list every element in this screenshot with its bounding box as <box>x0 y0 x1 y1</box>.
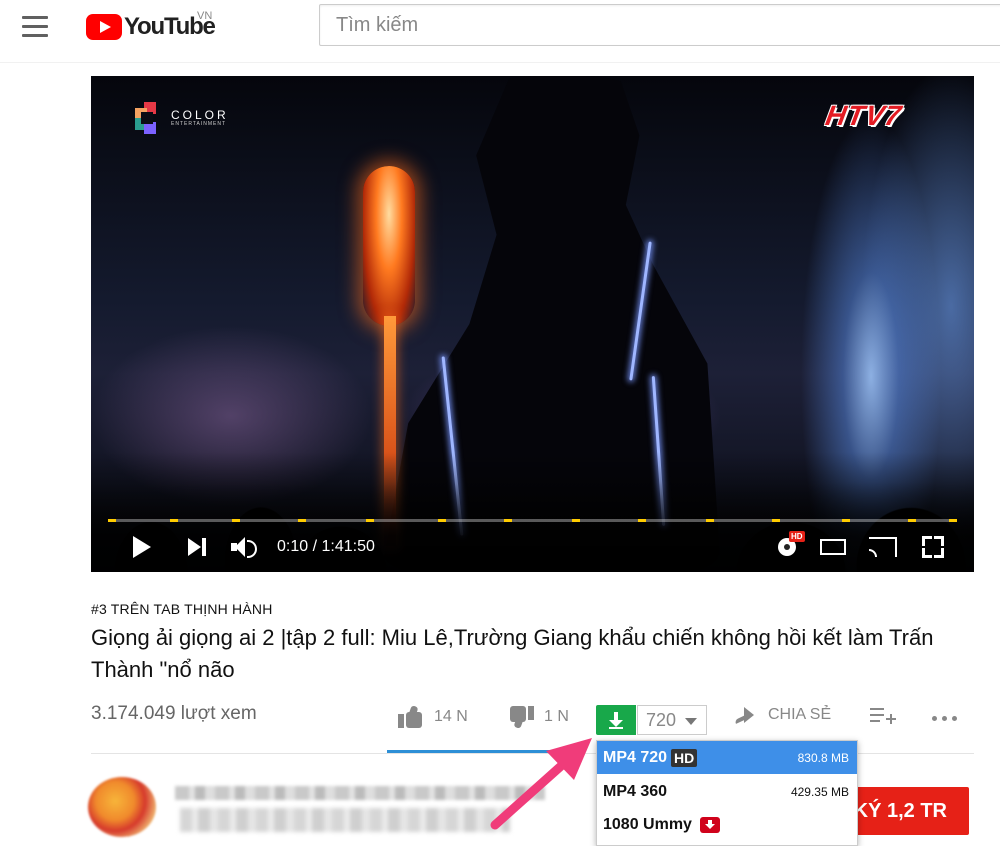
youtube-play-logo-icon <box>86 14 122 40</box>
masthead: YouTube VN <box>0 0 1000 63</box>
chapter-marker <box>772 519 780 522</box>
chapter-marker <box>170 519 178 522</box>
video-title: Giọng ải giọng ai 2 |tập 2 full: Miu Lê,… <box>91 625 934 682</box>
quality-select[interactable]: 720 <box>637 705 707 735</box>
play-button[interactable] <box>127 532 157 562</box>
chapter-marker <box>298 519 306 522</box>
trending-badge[interactable]: #3 TRÊN TAB THỊNH HÀNH <box>91 601 273 617</box>
channel-meta-blurred <box>180 808 510 832</box>
download-quality-menu: MP4 720 HD 830.8 MB MP4 360 429.35 MB 10… <box>596 740 858 846</box>
search-box[interactable] <box>319 4 1000 46</box>
channel-name-blurred <box>175 786 545 800</box>
chapter-marker <box>366 519 374 522</box>
video-player[interactable]: COLOR ENTERTAINMENT HTV7 0:10 / 1:41:50 … <box>91 76 974 572</box>
add-to-playlist-button[interactable] <box>870 706 896 726</box>
menu-item-label: MP4 360 <box>603 782 668 800</box>
share-button[interactable]: CHIA SẺ <box>734 706 831 724</box>
chapter-marker <box>572 519 580 522</box>
chevron-down-icon <box>685 718 697 725</box>
cast-button[interactable] <box>866 532 900 562</box>
menu-item-size: 429.35 MB <box>790 784 849 799</box>
next-button[interactable] <box>183 532 213 562</box>
next-icon <box>188 538 208 556</box>
logo-region: VN <box>197 10 213 22</box>
chapter-marker <box>504 519 512 522</box>
cast-icon <box>869 537 897 557</box>
fullscreen-icon <box>922 536 944 558</box>
download-button[interactable] <box>596 705 636 735</box>
menu-item-mp4-720[interactable]: MP4 720 HD 830.8 MB <box>597 741 857 774</box>
menu-item-mp4-360[interactable]: MP4 360 429.35 MB <box>597 775 857 808</box>
menu-item-label: 1080 Ummy <box>603 815 692 833</box>
more-actions-button[interactable] <box>932 716 957 721</box>
ummy-download-icon <box>699 816 720 833</box>
search-input[interactable] <box>320 5 1000 45</box>
like-ratio-bar <box>387 750 586 753</box>
add-to-playlist-icon <box>870 706 896 726</box>
brand-word: COLOR <box>171 108 229 122</box>
settings-button[interactable]: HD <box>771 531 805 562</box>
theater-mode-button[interactable] <box>818 532 848 562</box>
menu-item-1080-ummy[interactable]: 1080 Ummy <box>597 808 857 841</box>
color-hexagon-icon <box>135 102 165 134</box>
share-label: CHIA SẺ <box>768 706 832 723</box>
view-count: 3.174.049 lượt xem <box>91 703 257 724</box>
video-frame-fire-microphone <box>363 166 415 326</box>
chapter-marker <box>638 519 646 522</box>
like-count: 14 N <box>434 708 468 725</box>
thumbs-down-icon <box>508 706 534 729</box>
chapter-marker <box>949 519 957 522</box>
hd-tag: HD <box>671 748 698 767</box>
thumbs-up-icon <box>398 705 424 728</box>
chapter-marker <box>908 519 916 522</box>
channel-avatar[interactable] <box>88 777 156 837</box>
progress-bar[interactable] <box>108 519 957 522</box>
volume-icon <box>231 536 259 558</box>
play-icon <box>133 536 151 558</box>
share-arrow-icon <box>734 707 754 724</box>
volume-button[interactable] <box>229 532 261 562</box>
menu-item-size: 830.8 MB <box>797 750 849 765</box>
hamburger-menu-icon[interactable] <box>22 16 50 38</box>
chapter-marker <box>706 519 714 522</box>
dislike-count: 1 N <box>544 708 569 725</box>
chapter-marker <box>232 519 240 522</box>
subscribe-button[interactable]: KÝ 1,2 TR <box>848 787 969 835</box>
color-entertainment-logo: COLOR ENTERTAINMENT <box>135 102 229 134</box>
chapter-marker <box>842 519 850 522</box>
theater-mode-icon <box>820 539 846 555</box>
gear-icon: HD <box>775 531 805 559</box>
time-display: 0:10 / 1:41:50 <box>277 538 375 555</box>
htv7-logo: HTV7 <box>823 100 905 131</box>
dislike-button[interactable]: 1 N <box>508 706 569 729</box>
brand-sub: ENTERTAINMENT <box>171 121 227 127</box>
chapter-marker <box>108 519 116 522</box>
like-button[interactable]: 14 N <box>398 705 468 728</box>
hd-badge: HD <box>789 531 805 542</box>
quality-value: 720 <box>646 709 677 730</box>
annotation-arrow-head <box>546 738 592 780</box>
chapter-marker <box>438 519 446 522</box>
menu-item-label: MP4 720 <box>603 748 668 766</box>
youtube-logo[interactable]: YouTube <box>86 13 216 41</box>
more-horizontal-icon <box>932 716 957 721</box>
fullscreen-button[interactable] <box>918 532 948 562</box>
download-arrow-icon <box>609 712 623 729</box>
